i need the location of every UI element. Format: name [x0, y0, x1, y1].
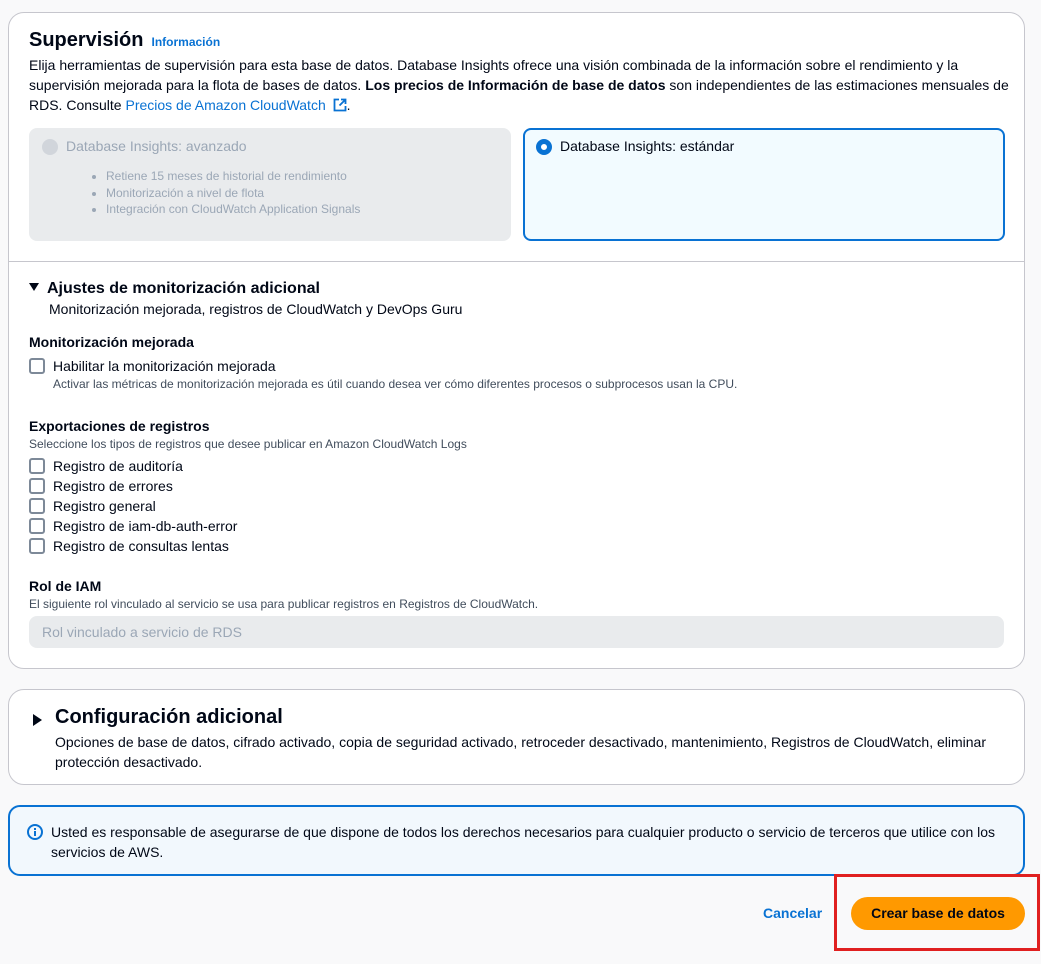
external-link-icon[interactable] [333, 98, 347, 112]
info-circle-icon [27, 824, 43, 840]
log-audit-label: Registro de auditoría [53, 458, 183, 474]
additional-config-title[interactable]: Configuración adicional [55, 706, 283, 729]
additional-monitoring-toggle[interactable]: Ajustes de monitorización adicional [29, 280, 320, 298]
log-general-row[interactable]: Registro general [29, 496, 156, 516]
advanced-feature-list: Retiene 15 meses de historial de rendimi… [106, 168, 360, 218]
additional-monitoring-title: Ajustes de monitorización adicional [47, 280, 320, 297]
iam-role-hint: El siguiente rol vinculado al servicio s… [29, 597, 539, 611]
log-iam-db-auth-label: Registro de iam-db-auth-error [53, 518, 238, 534]
enhanced-monitoring-checkbox[interactable] [29, 358, 45, 374]
log-error-label: Registro de errores [53, 478, 173, 494]
log-slow-query-label: Registro de consultas lentas [53, 538, 229, 554]
log-general-label: Registro general [53, 498, 156, 514]
list-item: Monitorización a nivel de flota [106, 185, 360, 202]
caret-right-icon[interactable] [33, 714, 42, 726]
cancel-button[interactable]: Cancelar [763, 905, 822, 921]
log-audit-checkbox[interactable] [29, 458, 45, 474]
log-iam-db-auth-row[interactable]: Registro de iam-db-auth-error [29, 516, 237, 536]
log-exports-label: Exportaciones de registros [29, 418, 210, 434]
divider [9, 261, 1024, 262]
log-iam-db-auth-checkbox[interactable] [29, 518, 45, 534]
list-item: Integración con CloudWatch Application S… [106, 201, 360, 218]
list-item: Retiene 15 meses de historial de rendimi… [106, 168, 360, 185]
log-general-checkbox[interactable] [29, 498, 45, 514]
description-end: . [346, 97, 351, 113]
description-bold: Los precios de Información de base de da… [365, 77, 666, 93]
enhanced-monitoring-checkbox-label: Habilitar la monitorización mejorada [53, 358, 276, 374]
alert-text: Usted es responsable de asegurarse de qu… [51, 824, 996, 860]
enhanced-monitoring-checkbox-row[interactable]: Habilitar la monitorización mejorada [29, 356, 276, 376]
info-link[interactable]: Información [151, 35, 220, 49]
additional-monitoring-subtitle: Monitorización mejorada, registros de Cl… [49, 301, 463, 317]
tile-standard-label: Database Insights: estándar [560, 138, 735, 154]
monitoring-panel: Supervisión Información Elija herramienta… [8, 12, 1025, 669]
iam-role-input: Rol vinculado a servicio de RDS [29, 616, 1004, 648]
cloudwatch-pricing-link[interactable]: Precios de Amazon CloudWatch [125, 97, 325, 113]
log-audit-row[interactable]: Registro de auditoría [29, 456, 183, 476]
enhanced-monitoring-hint: Activar las métricas de monitorización m… [53, 377, 738, 391]
log-slow-query-checkbox[interactable] [29, 538, 45, 554]
monitoring-title: Supervisión [29, 29, 144, 51]
additional-config-panel[interactable]: Configuración adicional Opciones de base… [8, 689, 1025, 785]
info-alert: Usted es responsable de asegurarse de qu… [8, 805, 1025, 876]
monitoring-header: Supervisión Información [29, 29, 220, 52]
log-error-row[interactable]: Registro de errores [29, 476, 173, 496]
additional-config-description: Opciones de base de datos, cifrado activ… [55, 734, 986, 770]
log-slow-query-row[interactable]: Registro de consultas lentas [29, 536, 229, 556]
tile-advanced-label: Database Insights: avanzado [66, 138, 247, 154]
log-error-checkbox[interactable] [29, 478, 45, 494]
radio-standard[interactable] [536, 139, 552, 155]
iam-role-label: Rol de IAM [29, 578, 102, 594]
monitoring-description: Elija herramientas de supervisión para e… [29, 55, 1009, 115]
enhanced-monitoring-label: Monitorización mejorada [29, 334, 194, 350]
tile-database-insights-standard[interactable]: Database Insights: estándar [523, 128, 1005, 241]
tile-database-insights-advanced: Database Insights: avanzado Retiene 15 m… [29, 128, 511, 241]
log-exports-hint: Seleccione los tipos de registros que de… [29, 437, 467, 451]
caret-down-icon [29, 282, 39, 291]
highlight-box [834, 874, 1040, 951]
radio-advanced [42, 139, 58, 155]
